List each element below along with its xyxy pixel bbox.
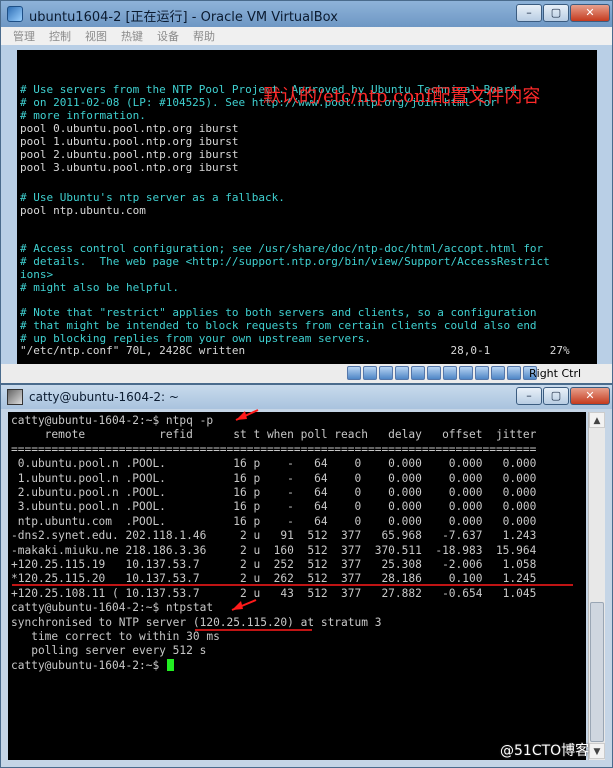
terminal-line-text: 2.ubuntu.pool.n .POOL. 16 p - 64 0 0.000… <box>11 486 537 499</box>
menu-item-manage[interactable]: 管理 <box>13 28 35 44</box>
scrollbar-thumb[interactable] <box>590 602 604 742</box>
menu-item-hotkey[interactable]: 热键 <box>121 28 143 44</box>
terminal-line: 0.ubuntu.pool.n .POOL. 16 p - 64 0 0.000… <box>11 457 537 471</box>
terminal-line: -makaki.miuku.ne 218.186.3.36 2 u 160 51… <box>11 544 536 558</box>
terminal-line-text: catty@ubuntu-1604-2:~$ <box>11 658 166 672</box>
terminal-line-text: 0.ubuntu.pool.n .POOL. 16 p - 64 0 0.000… <box>11 457 537 471</box>
terminal-line-text: -dns2.synet.edu. 202.118.1.46 2 u 91 512… <box>11 529 537 543</box>
minimize-button[interactable]: – <box>516 387 542 405</box>
close-button[interactable]: ✕ <box>570 4 610 22</box>
terminal-line: 3.ubuntu.pool.n .POOL. 16 p - 64 0 0.000… <box>11 500 537 514</box>
maximize-button[interactable]: ▢ <box>543 4 569 22</box>
vbox-status-bar: Right Ctrl <box>1 364 612 383</box>
audio-icon[interactable] <box>379 366 393 380</box>
terminal-line: catty@ubuntu-1604-2:~$ <box>11 658 174 673</box>
terminal-line-text: time correct to within 30 ms <box>11 630 220 643</box>
terminal-line: *120.25.115.20 10.137.53.7 2 u 262 512 3… <box>11 572 536 586</box>
network-icon[interactable] <box>395 366 409 380</box>
putty-window-controls: – ▢ ✕ <box>516 387 610 405</box>
terminal-line-text: +120.25.115.19 10.137.53.7 2 u 252 512 3… <box>11 558 537 571</box>
console-line: # details. The web page <http://support.… <box>20 255 550 268</box>
terminal-line-text: 1.ubuntu.pool.n .POOL. 16 p - 64 0 0.000… <box>11 471 537 485</box>
console-line: # might also be helpful. <box>20 281 179 294</box>
terminal-scrollbar[interactable]: ▲ ▼ <box>588 412 605 760</box>
usb-icon[interactable] <box>411 366 425 380</box>
minimize-button[interactable]: – <box>516 4 542 22</box>
terminal-line: time correct to within 30 ms <box>11 630 220 644</box>
terminal-line: -dns2.synet.edu. 202.118.1.46 2 u 91 512… <box>11 529 536 543</box>
terminal-line-text: *120.25.115.20 10.137.53.7 2 u 262 512 3… <box>11 572 537 586</box>
close-button[interactable]: ✕ <box>570 387 610 405</box>
console-line: pool 3.ubuntu.pool.ntp.org iburst <box>20 161 239 174</box>
terminal-line-text: catty@ubuntu-1604-2:~$ ntpstat <box>11 601 214 615</box>
terminal-line-text: +120.25.108.11 ( 10.137.53.7 2 u 43 512 … <box>11 586 537 600</box>
terminal-line: 1.ubuntu.pool.n .POOL. 16 p - 64 0 0.000… <box>11 471 537 486</box>
terminal-line: catty@ubuntu-1604-2:~$ ntpq -p <box>11 414 213 428</box>
terminal-line-text: synchronised to NTP server (120.25.115.2… <box>11 615 382 629</box>
console-line: "/etc/ntp.conf" 70L, 2428C written 28,0-… <box>20 344 570 357</box>
terminal-line: 2.ubuntu.pool.n .POOL. 16 p - 64 0 0.000… <box>11 486 537 500</box>
console-line: ions> <box>20 268 54 281</box>
terminal-line: synchronised to NTP server (120.25.115.2… <box>11 616 381 630</box>
device-status-icons <box>347 366 537 380</box>
menu-item-view[interactable]: 视图 <box>85 28 107 44</box>
console-line: pool ntp.ubuntu.com <box>20 204 146 217</box>
vbox-window-title: ubuntu1604-2 [正在运行] - Oracle VM VirtualB… <box>29 10 338 25</box>
scroll-down-icon[interactable]: ▼ <box>589 743 605 759</box>
terminal-line: +120.25.115.19 10.137.53.7 2 u 252 512 3… <box>11 558 536 572</box>
console-line: pool 2.ubuntu.pool.ntp.org iburst <box>20 148 239 161</box>
console-line: # Use Ubuntu's ntp server as a fallback. <box>20 191 285 204</box>
putty-window-title: catty@ubuntu-1604-2: ~ <box>29 390 179 404</box>
mouse-integration-icon[interactable] <box>491 366 505 380</box>
keyboard-capture-icon[interactable] <box>507 366 521 380</box>
terminal-line-text: polling server every 512 s <box>11 644 207 658</box>
terminal-line: polling server every 512 s <box>11 644 206 658</box>
putty-icon <box>7 389 23 405</box>
terminal-line-text: 3.ubuntu.pool.n .POOL. 16 p - 64 0 0.000… <box>11 500 537 514</box>
menu-item-help[interactable]: 帮助 <box>193 28 215 44</box>
menu-item-control[interactable]: 控制 <box>49 28 71 44</box>
terminal-line: ========================================… <box>11 443 536 457</box>
console-line: # Note that "restrict" applies to both s… <box>20 306 537 319</box>
hard-disk-icon[interactable] <box>347 366 361 380</box>
terminal-line-text: -makaki.miuku.ne 218.186.3.36 2 u 160 51… <box>11 543 537 557</box>
putty-title-bar[interactable]: catty@ubuntu-1604-2: ~ – ▢ ✕ <box>1 385 612 409</box>
terminal-line-text: remote refid st t when poll reach delay … <box>11 428 537 442</box>
vbox-title-bar[interactable]: ubuntu1604-2 [正在运行] - Oracle VM VirtualB… <box>1 1 612 27</box>
virtualbox-window: ubuntu1604-2 [正在运行] - Oracle VM VirtualB… <box>0 0 613 384</box>
console-line: pool 0.ubuntu.pool.ntp.org iburst <box>20 122 239 135</box>
terminal-line-text: ========================================… <box>11 442 537 456</box>
ssh-terminal-screen[interactable]: catty@ubuntu-1604-2:~$ ntpq -p remote re… <box>8 412 586 760</box>
vbox-window-controls: – ▢ ✕ <box>516 4 610 22</box>
console-line: # Access control configuration; see /usr… <box>20 242 544 255</box>
putty-window: catty@ubuntu-1604-2: ~ – ▢ ✕ catty@ubunt… <box>0 384 613 768</box>
video-capture-icon[interactable] <box>459 366 473 380</box>
terminal-line: remote refid st t when poll reach delay … <box>11 428 537 442</box>
console-line: pool 1.ubuntu.pool.ntp.org iburst <box>20 135 239 148</box>
terminal-line-text: catty@ubuntu-1604-2:~$ ntpq -p <box>11 414 214 427</box>
maximize-button[interactable]: ▢ <box>543 387 569 405</box>
scroll-up-icon[interactable]: ▲ <box>589 412 605 428</box>
ntp-conf-annotation: 默认的/etc/ntp.conf配置文件内容 <box>263 86 541 107</box>
terminal-line: ntp.ubuntu.com .POOL. 16 p - 64 0 0.000 … <box>11 514 537 529</box>
optical-drive-icon[interactable] <box>363 366 377 380</box>
virtualbox-icon <box>7 6 23 22</box>
console-line: # that might be intended to block reques… <box>20 319 537 332</box>
terminal-line-text: ntp.ubuntu.com .POOL. 16 p - 64 0 0.000 … <box>11 514 537 528</box>
terminal-cursor <box>166 658 174 671</box>
menu-item-devices[interactable]: 设备 <box>157 28 179 44</box>
shared-folder-icon[interactable] <box>427 366 441 380</box>
vbox-menu-bar: 管理 控制 视图 热键 设备 帮助 <box>1 27 612 45</box>
watermark: @51CTO博客 <box>500 743 590 759</box>
host-key-label: Right Ctrl <box>529 367 582 380</box>
terminal-line: catty@ubuntu-1604-2:~$ ntpstat <box>11 601 213 615</box>
console-line: # more information. <box>20 109 146 122</box>
display-icon[interactable] <box>443 366 457 380</box>
terminal-line: +120.25.108.11 ( 10.137.53.7 2 u 43 512 … <box>11 587 536 601</box>
virtualization-icon[interactable] <box>475 366 489 380</box>
